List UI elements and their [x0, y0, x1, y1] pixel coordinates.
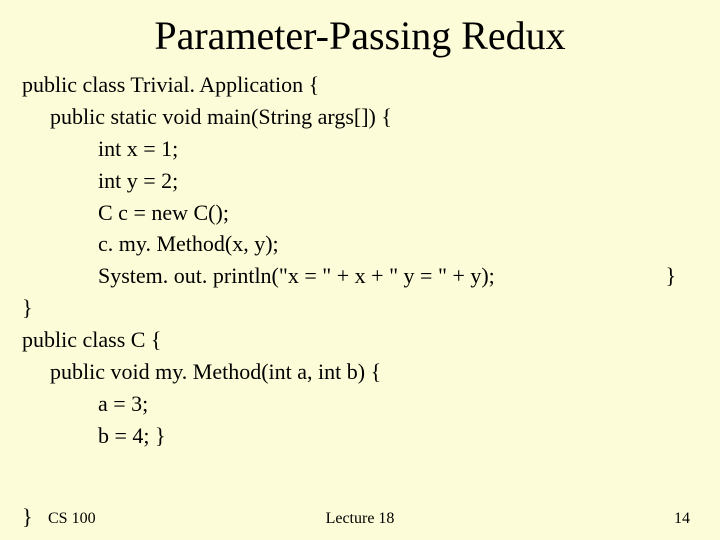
code-line: public class Trivial. Application {: [22, 69, 720, 101]
code-line: }: [22, 292, 720, 324]
code-line: C c = new C();: [22, 197, 720, 229]
footer-lecture: Lecture 18: [326, 510, 395, 528]
code-line: int x = 1;: [22, 133, 720, 165]
code-line: c. my. Method(x, y);: [22, 228, 720, 260]
code-text: System. out. println("x = " + x + " y = …: [98, 263, 495, 288]
code-line: int y = 2;: [22, 165, 720, 197]
footer-course: CS 100: [48, 510, 96, 528]
code-line: b = 4; }: [22, 420, 720, 452]
code-line: public void my. Method(int a, int b) {: [22, 356, 720, 388]
page-title: Parameter-Passing Redux: [0, 0, 720, 69]
code-line: public static void main(String args[]) {: [22, 101, 720, 133]
code-line: System. out. println("x = " + x + " y = …: [22, 260, 720, 292]
code-block: public class Trivial. Application { publ…: [0, 69, 720, 452]
code-line: a = 3;: [22, 388, 720, 420]
closing-brace: }: [22, 504, 33, 530]
footer-page-number: 14: [674, 510, 690, 528]
closing-brace: }: [665, 260, 676, 292]
code-line: public class C {: [22, 324, 720, 356]
